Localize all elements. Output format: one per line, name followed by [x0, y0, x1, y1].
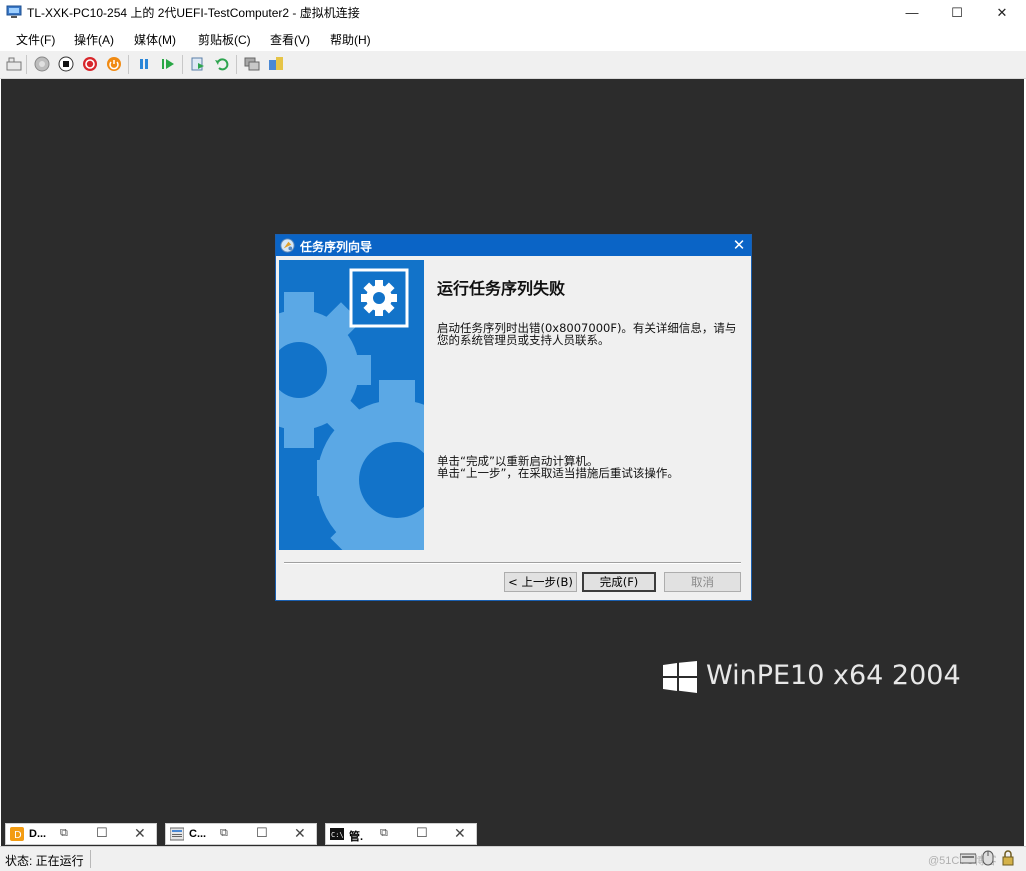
finish-button[interactable]: 完成(F) — [582, 572, 656, 592]
ctrl-alt-del-icon[interactable] — [6, 56, 22, 72]
window-title: TL-XXK-PC10-254 上的 2代UEFI-TestComputer2 … — [27, 6, 360, 20]
maximize-button[interactable]: ☐ — [934, 0, 980, 25]
pause-icon[interactable] — [136, 56, 152, 72]
status-text: 状态: 正在运行 — [5, 854, 84, 868]
start-icon[interactable] — [34, 56, 50, 72]
restore-icon[interactable]: ⧉ — [220, 827, 228, 840]
maximize-icon[interactable]: ☐ — [256, 825, 268, 841]
toolbar — [0, 51, 1026, 79]
app-icon: D — [10, 827, 24, 841]
minimized-window-3[interactable]: C:\ 管. ⧉ ☐ ✕ — [325, 823, 477, 845]
dialog-title: 任务序列向导 — [300, 240, 373, 254]
cmd-icon: C:\ — [330, 828, 344, 840]
maximize-icon[interactable]: ☐ — [96, 825, 108, 841]
minimized-window-1[interactable]: D D... ⧉ ☐ ✕ — [5, 823, 157, 845]
gears-graphic — [279, 268, 424, 550]
menu-view[interactable]: 查看(V) — [270, 31, 310, 48]
save-state-icon[interactable] — [106, 56, 122, 72]
revert-icon[interactable] — [214, 56, 230, 72]
minimized-window-label: C... — [189, 828, 207, 840]
console-icon — [170, 827, 184, 841]
mouse-icon — [982, 850, 994, 866]
checkpoint-icon[interactable] — [190, 56, 206, 72]
wizard-icon — [280, 238, 295, 253]
lock-icon — [1002, 850, 1014, 866]
status-bar: 状态: 正在运行 @51CTO博客 — [0, 846, 1026, 871]
restore-icon[interactable]: ⧉ — [380, 827, 388, 840]
minimize-button[interactable]: — — [889, 0, 935, 25]
svg-text:C:\: C:\ — [331, 831, 344, 839]
task-sequence-wizard-dialog: 任务序列向导 ✕ 运行任务序列失败 启动任务序列时出错(0x8007000F)。… — [275, 234, 752, 601]
keyboard-icon — [960, 853, 976, 864]
close-button[interactable]: ✕ — [979, 0, 1025, 25]
svg-text:D: D — [14, 830, 22, 841]
wizard-banner — [279, 260, 424, 550]
back-button[interactable]: < 上一步(B) — [504, 572, 577, 592]
enhanced-session-icon[interactable] — [244, 56, 260, 72]
share-icon[interactable] — [268, 56, 284, 72]
window-title-bar[interactable]: TL-XXK-PC10-254 上的 2代UEFI-TestComputer2 … — [0, 0, 1026, 25]
turn-off-icon[interactable] — [58, 56, 74, 72]
windows-logo-icon — [663, 661, 697, 693]
shut-down-icon[interactable] — [82, 56, 98, 72]
menu-action[interactable]: 操作(A) — [74, 31, 114, 48]
menu-help[interactable]: 帮助(H) — [330, 31, 371, 48]
menu-file[interactable]: 文件(F) — [16, 31, 55, 48]
hint-line-2: 单击“上一步”，在采取适当措施后重试该操作。 — [437, 466, 679, 480]
close-icon[interactable]: ✕ — [454, 825, 466, 842]
restore-icon[interactable]: ⧉ — [60, 827, 68, 840]
close-icon[interactable]: ✕ — [294, 825, 306, 842]
dialog-divider — [284, 562, 741, 564]
menu-media[interactable]: 媒体(M) — [134, 31, 176, 48]
dialog-close-button[interactable]: ✕ — [729, 236, 749, 255]
cancel-button[interactable]: 取消 — [664, 572, 741, 592]
winpe-watermark: WinPE10 x64 2004 — [706, 660, 961, 691]
minimized-window-2[interactable]: C... ⧉ ☐ ✕ — [165, 823, 317, 845]
menu-bar: 文件(F) 操作(A) 媒体(M) 剪贴板(C) 查看(V) 帮助(H) — [0, 27, 1026, 51]
minimized-window-label: D... — [29, 828, 47, 840]
minimized-window-label: 管. — [349, 831, 364, 843]
reset-icon[interactable] — [160, 56, 176, 72]
dialog-heading: 运行任务序列失败 — [437, 279, 566, 298]
maximize-icon[interactable]: ☐ — [416, 825, 428, 841]
close-icon[interactable]: ✕ — [134, 825, 146, 842]
menu-clipboard[interactable]: 剪贴板(C) — [198, 31, 251, 48]
vm-connection-icon — [6, 5, 22, 18]
error-message-line-2: 您的系统管理员或支持人员联系。 — [437, 333, 610, 347]
dialog-title-bar[interactable]: 任务序列向导 ✕ — [276, 235, 751, 256]
